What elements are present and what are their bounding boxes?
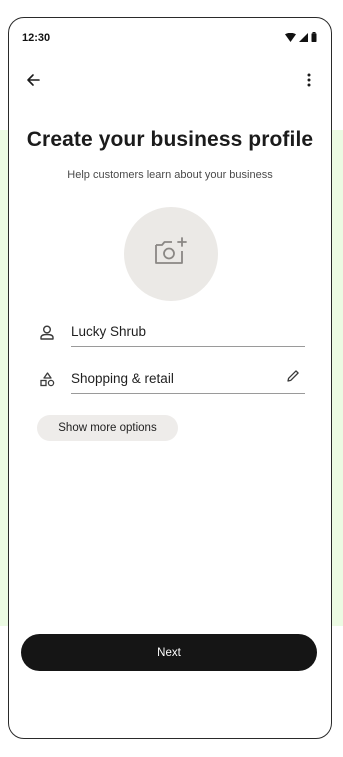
business-category-field: Shopping & retail [37, 364, 305, 394]
business-category-input[interactable]: Shopping & retail [71, 364, 305, 394]
business-name-input[interactable]: Lucky Shrub [71, 317, 305, 347]
edit-category-button[interactable] [281, 367, 305, 391]
add-photo-icon [153, 236, 189, 272]
business-name-value: Lucky Shrub [71, 324, 147, 339]
back-button[interactable] [21, 70, 45, 94]
business-category-value: Shopping & retail [71, 371, 174, 386]
page-title: Create your business profile [26, 128, 314, 151]
phone-frame: 12:30 Create your business profile Help [8, 17, 332, 739]
pencil-icon [286, 369, 300, 388]
wifi-icon [285, 29, 296, 47]
show-more-options-button[interactable]: Show more options [37, 415, 178, 441]
business-name-field: Lucky Shrub [37, 317, 305, 347]
arrow-left-icon [26, 73, 40, 92]
category-shapes-icon [37, 369, 57, 389]
more-vertical-icon [307, 73, 311, 92]
page-subtitle: Help customers learn about your business [67, 169, 273, 181]
person-icon [37, 322, 57, 342]
next-button[interactable]: Next [21, 634, 317, 671]
more-options-menu-button[interactable] [297, 70, 321, 94]
app-bar [9, 66, 331, 98]
status-icons [285, 29, 317, 47]
status-time: 12:30 [22, 32, 51, 44]
status-bar: 12:30 [9, 18, 331, 58]
battery-icon [311, 29, 317, 47]
add-profile-photo-button[interactable] [124, 207, 218, 301]
signal-icon [299, 29, 308, 47]
